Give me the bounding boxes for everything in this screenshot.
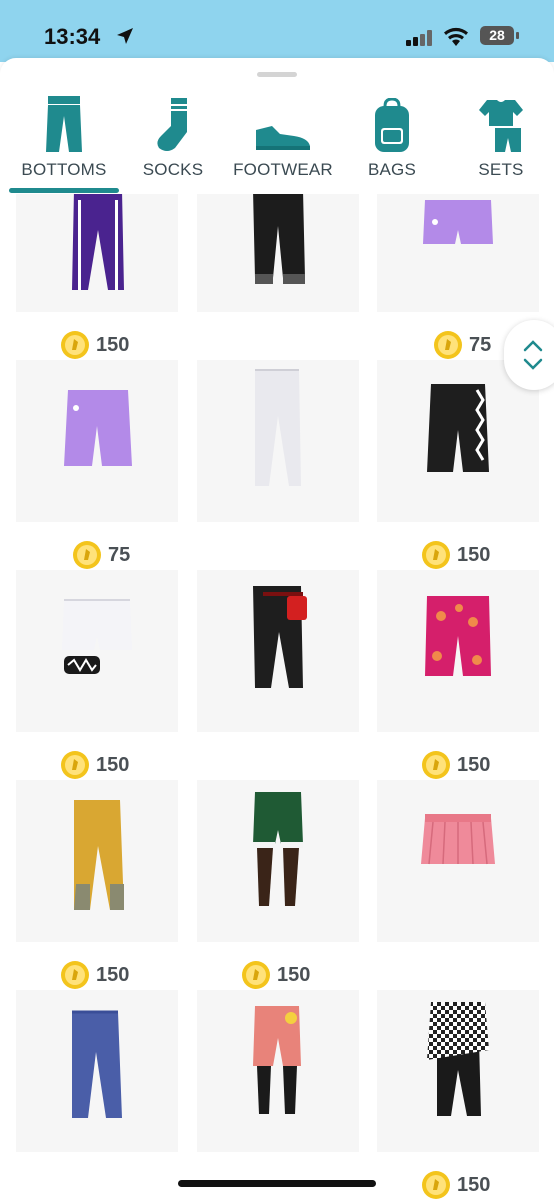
item-image [62,599,132,674]
item-price: 150 [60,748,129,782]
tab-label: SETS [478,160,524,179]
item-card[interactable] [377,360,539,522]
item-price: 75 [72,538,130,572]
sock-icon [157,98,187,151]
category-tabbar: BOTTOMS SOCKS FOOTWEAR BAGS SETS [0,94,554,194]
item-card[interactable] [197,360,359,522]
chevron-up-down-icon [523,340,543,370]
price-amount: 150 [277,963,311,986]
wifi-icon [444,27,468,46]
item-image [255,369,301,486]
item-card[interactable] [16,570,178,732]
coin-icon [61,961,89,989]
item-card[interactable] [377,780,539,942]
price-amount: 150 [96,333,130,356]
tab-bags[interactable]: BAGS [337,94,447,192]
tab-bottoms[interactable]: BOTTOMS [9,94,119,192]
item-image [253,792,303,906]
sneaker-icon [256,126,310,150]
item-price: 150 [421,538,490,572]
item-price: 75 [433,328,491,362]
item-card[interactable] [16,990,178,1152]
item-image [423,200,493,244]
item-card[interactable] [377,570,539,732]
item-price: 150 [421,748,490,782]
item-card[interactable] [16,360,178,522]
item-card[interactable] [16,194,178,312]
price-amount: 150 [457,1173,491,1196]
tab-label: SOCKS [142,160,204,179]
item-image [427,1002,489,1116]
price-amount: 150 [457,753,491,776]
item-image [253,194,305,284]
battery-indicator: 28 [480,26,514,45]
battery-cap [516,32,519,39]
coin-icon [61,751,89,779]
shop-sheet: BOTTOMS SOCKS FOOTWEAR BAGS SETS 150 75 … [0,58,554,1200]
tab-footwear[interactable]: FOOTWEAR [228,94,338,192]
item-card[interactable] [16,780,178,942]
scroll-toggle-button[interactable] [504,320,554,390]
status-time: 13:34 [44,24,101,49]
item-image [72,194,124,290]
tab-label: FOOTWEAR [233,160,333,179]
item-card[interactable] [197,780,359,942]
status-bar: 13:34 28 [0,0,554,62]
item-image [425,596,491,676]
item-image [427,384,489,472]
item-price: 150 [421,1168,490,1200]
item-image [253,1006,301,1114]
price-amount: 150 [457,543,491,566]
price-amount: 150 [96,753,130,776]
tab-sets[interactable]: SETS [446,94,554,192]
tab-label: BAGS [367,160,417,179]
coin-icon [61,331,89,359]
item-card[interactable] [197,990,359,1152]
coin-icon [242,961,270,989]
item-image [64,390,132,466]
item-card[interactable] [377,990,539,1152]
price-amount: 150 [96,963,130,986]
item-price: 150 [241,958,310,992]
coin-icon [434,331,462,359]
item-grid: 150 75 75 150 150 150 150 150 150 [0,194,554,1200]
item-price: 150 [60,958,129,992]
price-amount: 75 [469,333,492,356]
outfit-set-icon [479,100,523,152]
tab-label: BOTTOMS [21,160,107,179]
location-arrow-icon [117,28,133,44]
sheet-grabber[interactable] [257,72,297,77]
item-image [74,800,124,910]
coin-icon [73,541,101,569]
cellular-signal-icon [406,30,432,46]
item-image [253,586,307,688]
item-card[interactable] [377,194,539,312]
price-amount: 75 [108,543,131,566]
coin-icon [422,751,450,779]
tab-socks[interactable]: SOCKS [118,94,228,192]
backpack-icon [375,98,409,152]
pants-icon [46,96,82,152]
coin-icon [422,1171,450,1199]
home-indicator[interactable] [178,1180,376,1187]
item-card[interactable] [197,570,359,732]
item-card[interactable] [197,194,359,312]
active-tab-indicator [9,188,119,193]
coin-icon [422,541,450,569]
item-image [421,814,495,865]
item-price: 150 [60,328,129,362]
item-image [72,1010,122,1118]
